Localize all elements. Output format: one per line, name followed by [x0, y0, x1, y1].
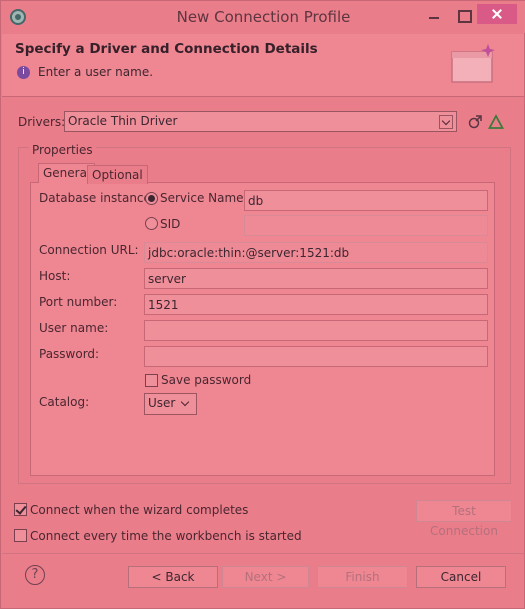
connection-url-field[interactable]: jdbc:oracle:thin:@server:1521:db — [144, 242, 488, 263]
close-button[interactable] — [477, 4, 517, 24]
host-label: Host: — [39, 269, 71, 283]
banner-message: Enter a user name. — [38, 65, 154, 79]
banner-title: Specify a Driver and Connection Details — [15, 41, 318, 57]
new-driver-icon[interactable] — [488, 114, 504, 130]
save-password-label: Save password — [161, 373, 252, 387]
finish-button[interactable]: Finish — [317, 566, 408, 588]
host-value: server — [148, 272, 186, 286]
wizard-banner: Specify a Driver and Connection Details … — [2, 34, 524, 97]
password-label: Password: — [39, 347, 100, 361]
drivers-dropdown[interactable]: Oracle Thin Driver — [64, 111, 457, 132]
footer-separator — [2, 553, 524, 554]
port-value: 1521 — [148, 298, 179, 312]
chevron-down-icon — [439, 115, 453, 129]
dialog-window: New Connection Profile Specify a Driver … — [0, 0, 525, 609]
connect-on-complete-label: Connect when the wizard completes — [30, 503, 249, 517]
password-field[interactable] — [144, 346, 488, 367]
connect-on-complete-checkbox[interactable] — [14, 503, 27, 516]
save-password-checkbox[interactable] — [145, 374, 158, 387]
drivers-label: Drivers: — [18, 115, 66, 129]
service-name-value: db — [248, 194, 264, 208]
help-icon[interactable]: ? — [25, 565, 45, 585]
drivers-selected: Oracle Thin Driver — [68, 114, 178, 128]
tab-optional[interactable]: Optional — [87, 165, 148, 184]
connection-profile-wizard-icon — [451, 44, 495, 83]
connection-url-value: jdbc:oracle:thin:@server:1521:db — [148, 246, 350, 260]
connect-every-time-label: Connect every time the workbench is star… — [30, 529, 302, 543]
next-button[interactable]: Next > — [222, 566, 309, 588]
service-name-label: Service Name — [160, 191, 244, 205]
connection-url-label: Connection URL: — [39, 243, 139, 257]
properties-group-label: Properties — [29, 143, 96, 157]
edit-driver-icon[interactable] — [467, 114, 483, 130]
title-bar: New Connection Profile — [1, 1, 525, 33]
catalog-dropdown[interactable]: User — [144, 393, 197, 415]
database-instance-label: Database instance: — [39, 191, 155, 205]
chevron-down-icon — [179, 397, 193, 411]
port-label: Port number: — [39, 295, 118, 309]
sid-field[interactable] — [244, 215, 488, 236]
test-connection-button[interactable]: Test Connection — [416, 500, 512, 538]
catalog-selected: User — [148, 396, 176, 410]
user-name-label: User name: — [39, 321, 109, 335]
back-button[interactable]: < Back — [128, 566, 218, 588]
sid-radio[interactable] — [145, 217, 158, 230]
connect-every-time-checkbox[interactable] — [14, 529, 27, 542]
host-field[interactable]: server — [144, 268, 488, 289]
user-name-field[interactable] — [144, 320, 488, 341]
sid-label: SID — [160, 217, 181, 231]
info-icon: i — [17, 66, 30, 79]
port-field[interactable]: 1521 — [144, 294, 488, 315]
cancel-button[interactable]: Cancel — [416, 566, 506, 588]
service-name-field[interactable]: db — [244, 190, 488, 211]
service-name-radio[interactable] — [145, 192, 158, 205]
catalog-label: Catalog: — [39, 395, 90, 409]
